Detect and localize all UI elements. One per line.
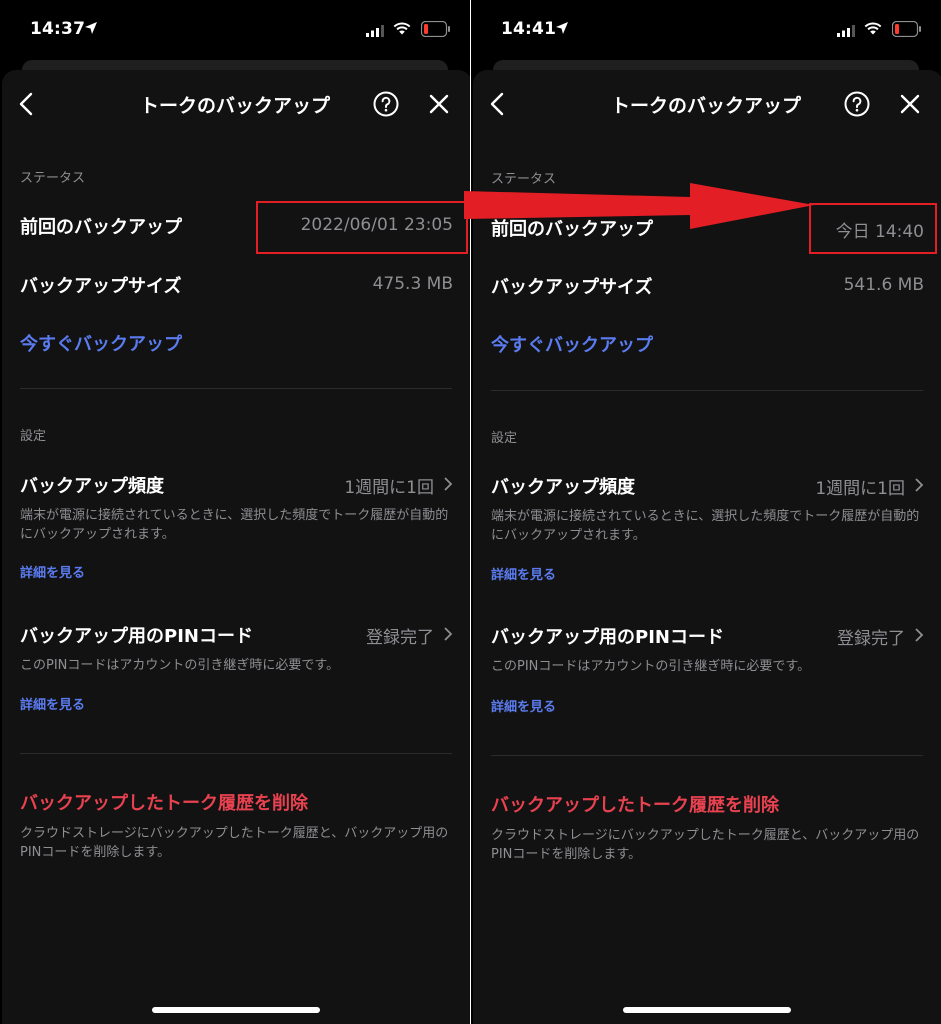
delete-backup-description: クラウドストレージにバックアップしたトーク履歴と、バックアップ用のPINコードを… bbox=[20, 826, 449, 860]
pin-code-description: このPINコードはアカウントの引き継ぎ時に必要です。 bbox=[20, 658, 340, 673]
pin-code-value[interactable]: 登録完了 bbox=[366, 623, 434, 648]
chevron-right-icon[interactable] bbox=[443, 627, 453, 641]
backup-frequency-description: 端末が電源に接続されているときに、選択した頻度でトーク履歴が自動的にバックアップ… bbox=[20, 508, 449, 542]
section-divider bbox=[20, 388, 452, 389]
wifi-icon bbox=[393, 22, 411, 35]
status-bar: 14:37 bbox=[0, 0, 470, 58]
highlight-box bbox=[809, 203, 937, 254]
chevron-right-icon[interactable] bbox=[443, 477, 453, 491]
pin-details-link[interactable]: 詳細を見る bbox=[20, 694, 85, 713]
pin-code-label[interactable]: バックアップ用のPINコード bbox=[491, 623, 724, 649]
backup-size-label: バックアップサイズ bbox=[491, 277, 653, 298]
page-title: トークのバックアップ bbox=[610, 95, 801, 117]
home-indicator bbox=[623, 1007, 791, 1013]
backup-frequency-description: 端末が電源に接続されているときに、選択した頻度でトーク履歴が自動的にバックアップ… bbox=[491, 509, 920, 543]
settings-section-heading: 設定 bbox=[491, 431, 518, 446]
section-divider bbox=[491, 390, 923, 391]
backup-frequency-label[interactable]: バックアップ頻度 bbox=[20, 472, 164, 498]
backup-frequency-value[interactable]: 1週間に1回 bbox=[815, 474, 905, 499]
pin-code-description: このPINコードはアカウントの引き継ぎ時に必要です。 bbox=[491, 659, 811, 674]
last-backup-label: 前回のバックアップ bbox=[20, 217, 182, 238]
nav-bar: トークのバックアップ bbox=[0, 82, 470, 126]
location-arrow-icon bbox=[85, 22, 97, 34]
cellular-signal-icon bbox=[366, 25, 384, 37]
backup-now-button[interactable]: 今すぐバックアップ bbox=[491, 331, 653, 357]
delete-backup-button[interactable]: バックアップしたトーク履歴を削除 bbox=[491, 791, 779, 817]
battery-low-icon bbox=[892, 21, 921, 37]
cellular-signal-icon bbox=[837, 25, 855, 37]
location-arrow-icon bbox=[556, 22, 568, 34]
home-indicator bbox=[152, 1007, 320, 1013]
close-icon[interactable] bbox=[898, 92, 922, 116]
back-chevron-icon[interactable] bbox=[487, 91, 511, 117]
pin-code-label[interactable]: バックアップ用のPINコード bbox=[20, 622, 253, 648]
backup-frequency-value[interactable]: 1週間に1回 bbox=[344, 473, 434, 498]
status-time: 14:41 bbox=[501, 19, 557, 39]
delete-backup-description: クラウドストレージにバックアップしたトーク履歴と、バックアップ用のPINコードを… bbox=[491, 828, 920, 862]
red-arrow bbox=[464, 183, 814, 229]
pin-code-value[interactable]: 登録完了 bbox=[837, 624, 905, 649]
chevron-right-icon[interactable] bbox=[914, 628, 924, 642]
page-title: トークのバックアップ bbox=[139, 95, 330, 117]
pin-details-link[interactable]: 詳細を見る bbox=[491, 696, 556, 715]
frequency-details-link[interactable]: 詳細を見る bbox=[491, 564, 556, 583]
highlight-box bbox=[256, 201, 468, 254]
status-section-heading: ステータス bbox=[20, 171, 86, 186]
screen-before: 14:37 トークのバックアップ ステータス 前回のバックアップ 2022/06… bbox=[0, 0, 470, 1024]
close-icon[interactable] bbox=[427, 92, 451, 116]
status-bar: 14:41 bbox=[471, 0, 941, 58]
backup-now-button[interactable]: 今すぐバックアップ bbox=[20, 330, 182, 356]
section-divider bbox=[20, 753, 452, 754]
nav-bar: トークのバックアップ bbox=[471, 82, 941, 126]
help-icon[interactable] bbox=[373, 91, 399, 117]
section-divider bbox=[491, 755, 923, 756]
chevron-right-icon[interactable] bbox=[914, 478, 924, 492]
status-time: 14:37 bbox=[30, 19, 86, 39]
backup-size-value: 475.3 MB bbox=[372, 274, 453, 294]
frequency-details-link[interactable]: 詳細を見る bbox=[20, 562, 85, 581]
backup-size-value: 541.6 MB bbox=[843, 275, 924, 295]
wifi-icon bbox=[864, 22, 882, 35]
battery-low-icon bbox=[421, 21, 450, 37]
delete-backup-button[interactable]: バックアップしたトーク履歴を削除 bbox=[20, 789, 308, 815]
help-icon[interactable] bbox=[844, 91, 870, 117]
backup-size-label: バックアップサイズ bbox=[20, 276, 182, 297]
settings-section-heading: 設定 bbox=[20, 429, 47, 444]
screen-after: 14:41 トークのバックアップ ステータス 前回のバックアップ 今日 14:4… bbox=[471, 0, 941, 1024]
back-chevron-icon[interactable] bbox=[16, 91, 40, 117]
backup-frequency-label[interactable]: バックアップ頻度 bbox=[491, 473, 635, 499]
